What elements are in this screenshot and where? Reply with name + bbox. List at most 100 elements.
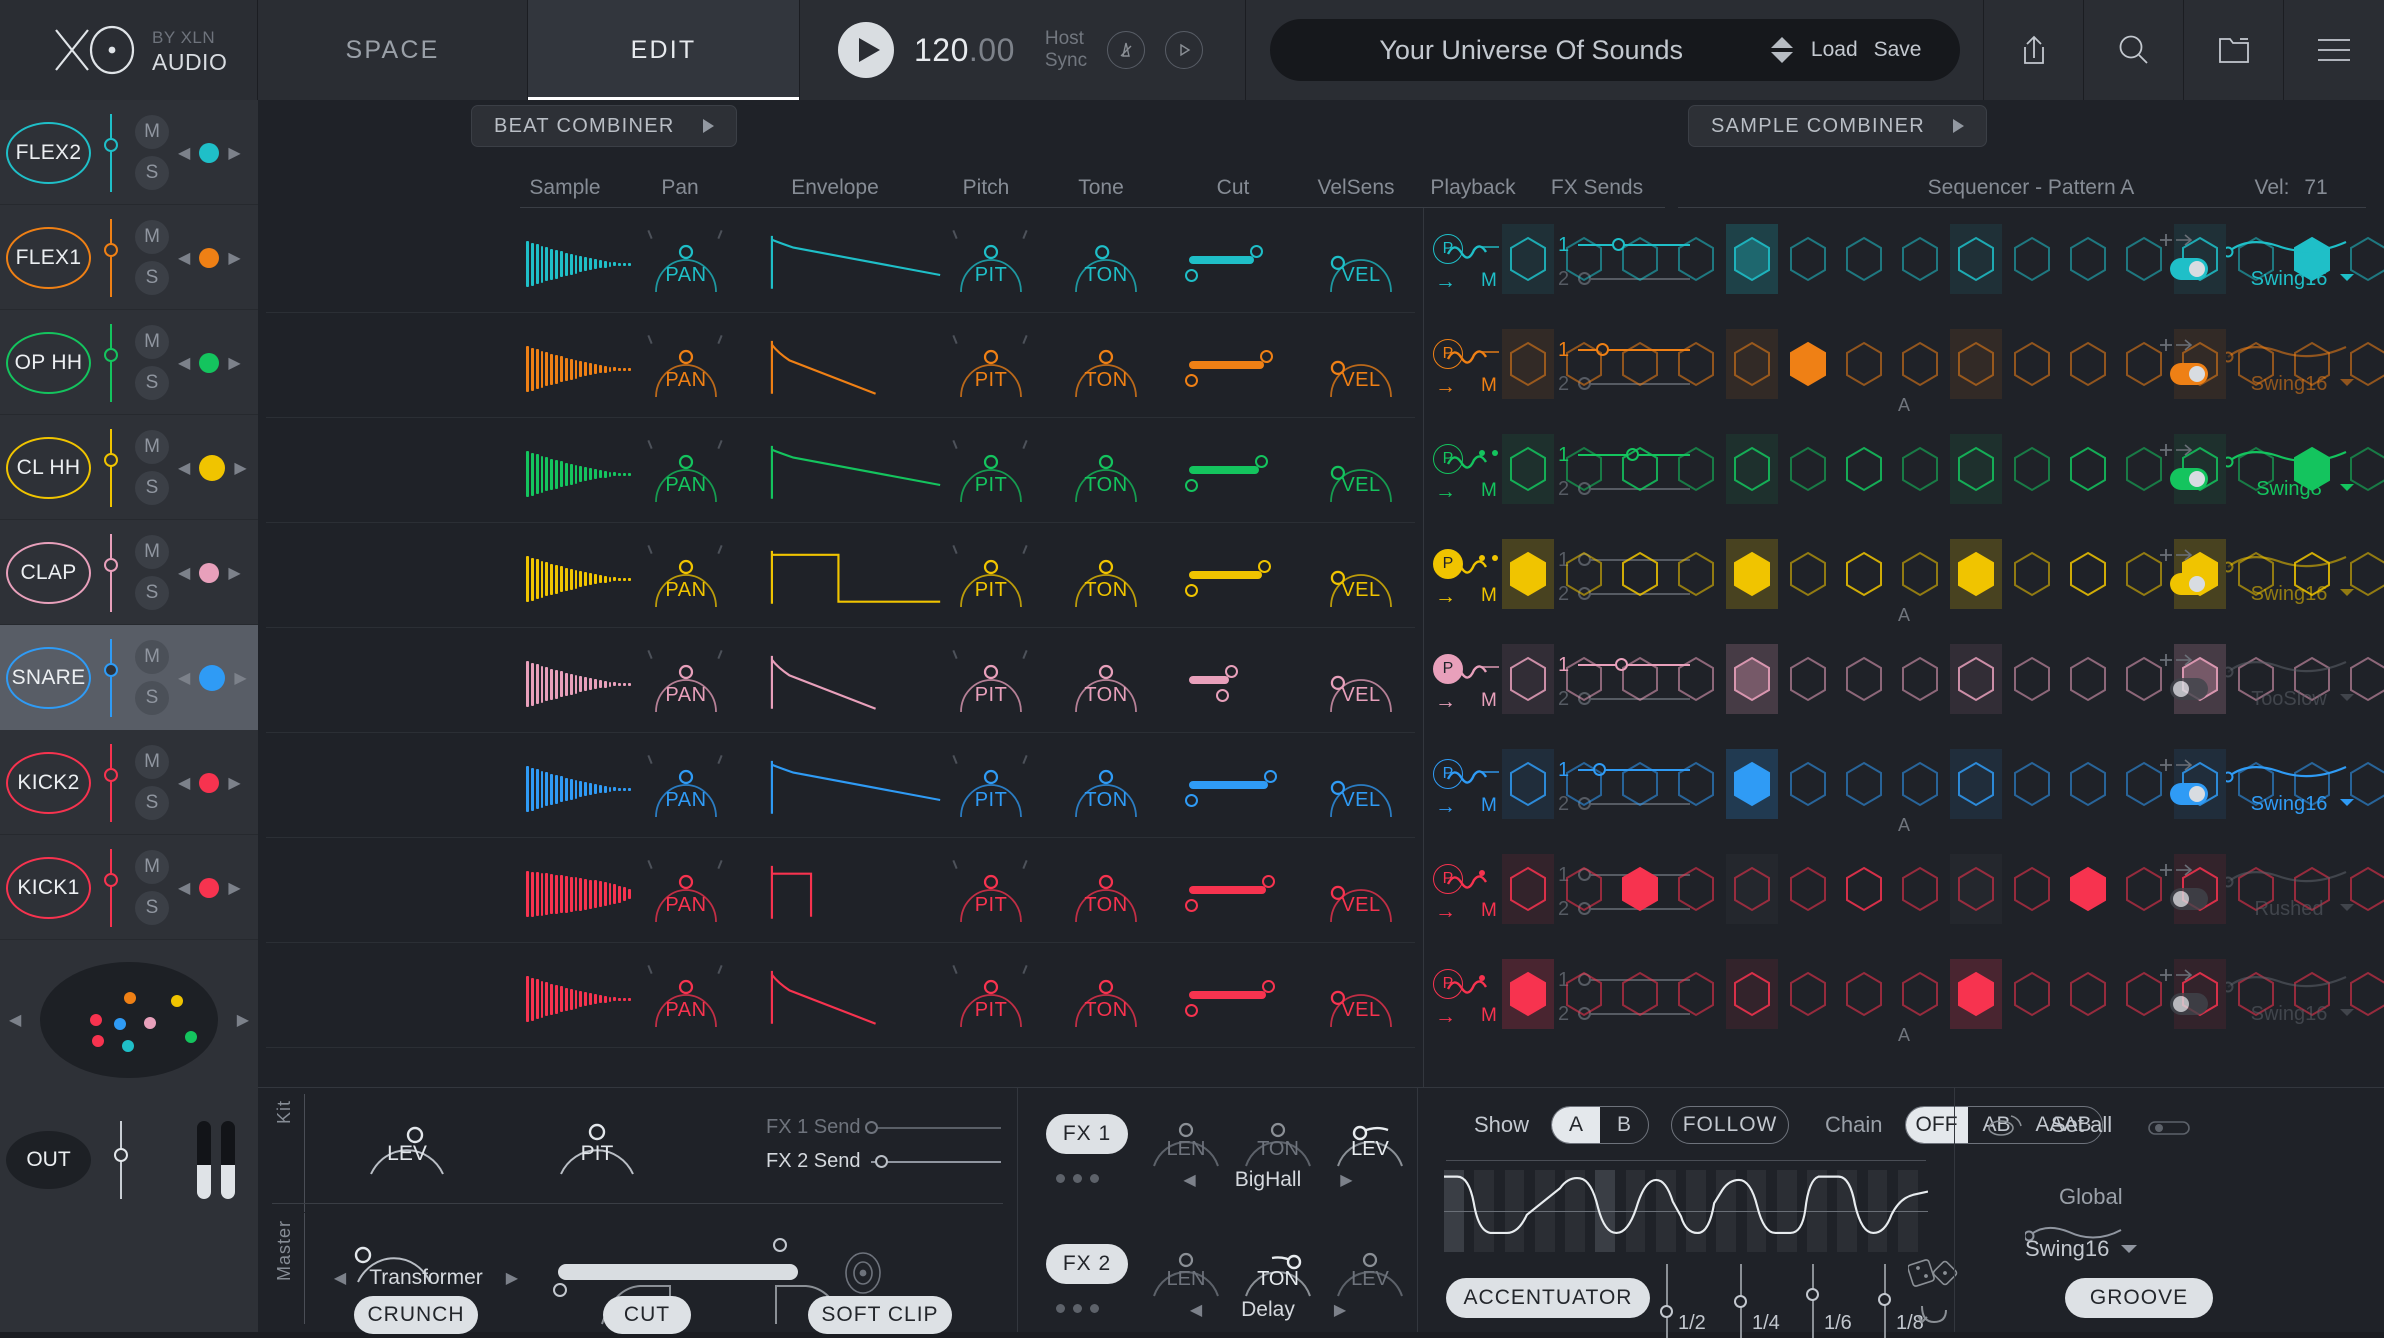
track-name-bubble[interactable]: FLEX1 — [6, 226, 91, 289]
step-cell[interactable] — [1900, 236, 1940, 282]
save-button[interactable]: Save — [1874, 38, 1922, 62]
kit-fx2-send[interactable]: FX 2 Send — [766, 1150, 1001, 1173]
step-cell[interactable] — [2012, 551, 2052, 597]
step-cell[interactable] — [1502, 959, 1554, 1029]
groove-toggle[interactable] — [2170, 678, 2208, 700]
tone-knob[interactable]: TON — [1063, 339, 1149, 401]
step-cell[interactable] — [2012, 446, 2052, 492]
out-label[interactable]: OUT — [6, 1131, 91, 1189]
step-cell[interactable] — [1726, 224, 1778, 294]
track-solo-button[interactable]: S — [135, 471, 169, 505]
step-cell[interactable] — [1726, 539, 1778, 609]
cut-slider[interactable] — [1183, 238, 1295, 290]
step-cell[interactable] — [1676, 551, 1716, 597]
row-groove-curve-icon[interactable] — [1446, 765, 1488, 791]
step-cell[interactable] — [1844, 341, 1884, 387]
pad-dot[interactable] — [185, 1031, 198, 1043]
pad-dot[interactable] — [144, 1017, 157, 1029]
groove-toggle[interactable] — [2170, 993, 2208, 1015]
track-row-snare[interactable]: SNARE M S ◀ ▶ — [0, 625, 258, 730]
fx2-len-knob[interactable]: LEN — [1140, 1238, 1232, 1300]
row-groove-curve-icon[interactable] — [1446, 345, 1488, 371]
step-cell[interactable] — [1950, 434, 2002, 504]
division-slider-1-4[interactable] — [1734, 1264, 1747, 1338]
track-name-bubble[interactable]: KICK1 — [6, 856, 91, 919]
step-cell[interactable] — [1900, 551, 1940, 597]
step-cell[interactable] — [1956, 866, 1996, 912]
step-cell[interactable] — [1676, 971, 1716, 1017]
step-cell[interactable] — [1676, 656, 1716, 702]
step-cell[interactable] — [2124, 866, 2164, 912]
groove-toggle[interactable] — [2170, 888, 2208, 910]
step-cell[interactable] — [2124, 761, 2164, 807]
sample-waveform[interactable] — [526, 658, 631, 710]
play-button[interactable] — [838, 22, 894, 78]
fx1-dots-icon[interactable] — [1056, 1174, 1099, 1183]
nudge-control[interactable]: NUD — [2374, 549, 2384, 613]
step-cell[interactable] — [2124, 236, 2164, 282]
step-cell[interactable] — [1676, 761, 1716, 807]
tone-knob[interactable]: TON — [1063, 864, 1149, 926]
track-next-icon[interactable]: ▶ — [234, 458, 246, 478]
step-cell[interactable] — [2124, 551, 2164, 597]
track-solo-button[interactable]: S — [135, 156, 169, 190]
step-cell[interactable] — [1620, 971, 1660, 1017]
track-row-flex2[interactable]: FLEX2 M S ◀ ▶ — [0, 100, 258, 205]
fx1-len-knob[interactable]: LEN — [1140, 1108, 1232, 1170]
track-solo-button[interactable]: S — [135, 891, 169, 925]
groove-selector[interactable]: Rushed — [2214, 864, 2364, 928]
step-cell[interactable] — [1676, 341, 1716, 387]
step-cell[interactable] — [1788, 236, 1828, 282]
groove-selector[interactable]: Swing16 — [2214, 339, 2364, 403]
track-color-dot[interactable] — [199, 454, 226, 481]
step-cell[interactable] — [1726, 329, 1778, 399]
global-groove-selector[interactable]: Swing16 — [2025, 1236, 2175, 1262]
sample-waveform[interactable] — [526, 763, 631, 815]
step-cell[interactable] — [1726, 749, 1778, 819]
track-volume-fader[interactable] — [97, 428, 125, 507]
search-icon[interactable] — [2084, 0, 2184, 100]
row-groove-curve-icon[interactable] — [1446, 555, 1488, 581]
step-cell[interactable] — [1502, 749, 1554, 819]
step-cell[interactable] — [2012, 971, 2052, 1017]
pad-dot[interactable] — [171, 995, 184, 1007]
track-row-kick2[interactable]: KICK2 M S ◀ ▶ — [0, 730, 258, 835]
tone-knob[interactable]: TON — [1063, 234, 1149, 296]
step-cell[interactable] — [1900, 341, 1940, 387]
step-cell[interactable] — [1950, 329, 2002, 399]
cut-slider[interactable] — [1183, 658, 1295, 710]
step-cell[interactable] — [1844, 866, 1884, 912]
pan-knob[interactable]: PAN — [643, 754, 729, 821]
pan-knob[interactable]: PAN — [643, 229, 729, 296]
step-cell[interactable] — [1950, 644, 2002, 714]
dice-icon[interactable] — [1907, 1254, 1960, 1299]
step-cell[interactable] — [1564, 656, 1604, 702]
fx1-prev-icon[interactable]: ◀ — [1183, 1170, 1195, 1190]
pan-knob[interactable]: PAN — [643, 649, 729, 716]
undo-icon[interactable] — [1916, 1300, 1952, 1337]
nudge-control[interactable]: NUD — [2374, 864, 2384, 928]
step-cell[interactable] — [2068, 236, 2108, 282]
fx1-next-icon[interactable]: ▶ — [1340, 1170, 1352, 1190]
pad-dot[interactable] — [122, 1040, 135, 1052]
cut-slider[interactable] — [1183, 448, 1295, 500]
track-volume-fader[interactable] — [97, 323, 125, 402]
velsens-knob[interactable]: VEL — [1318, 654, 1404, 716]
step-cell[interactable] — [2068, 551, 2108, 597]
track-next-icon[interactable]: ▶ — [228, 353, 240, 373]
step-cell[interactable] — [1620, 341, 1660, 387]
step-cell[interactable] — [1564, 551, 1604, 597]
tab-edit[interactable]: EDIT — [528, 0, 800, 100]
speaker-icon[interactable] — [1985, 1110, 2027, 1147]
track-mute-button[interactable]: M — [135, 850, 169, 884]
step-cell[interactable] — [1788, 551, 1828, 597]
track-solo-button[interactable]: S — [135, 786, 169, 820]
cut-slider[interactable] — [1183, 763, 1295, 815]
show-toggle[interactable]: A B — [1551, 1106, 1650, 1144]
step-cell[interactable] — [2124, 656, 2164, 702]
track-name-bubble[interactable]: OP HH — [6, 331, 91, 394]
row-groove-curve-icon[interactable] — [1446, 975, 1488, 1001]
tone-knob[interactable]: TON — [1063, 759, 1149, 821]
beat-combiner-button[interactable]: BEAT COMBINER — [471, 105, 737, 147]
preset-name[interactable]: Your Universe Of Sounds — [1292, 35, 1771, 66]
